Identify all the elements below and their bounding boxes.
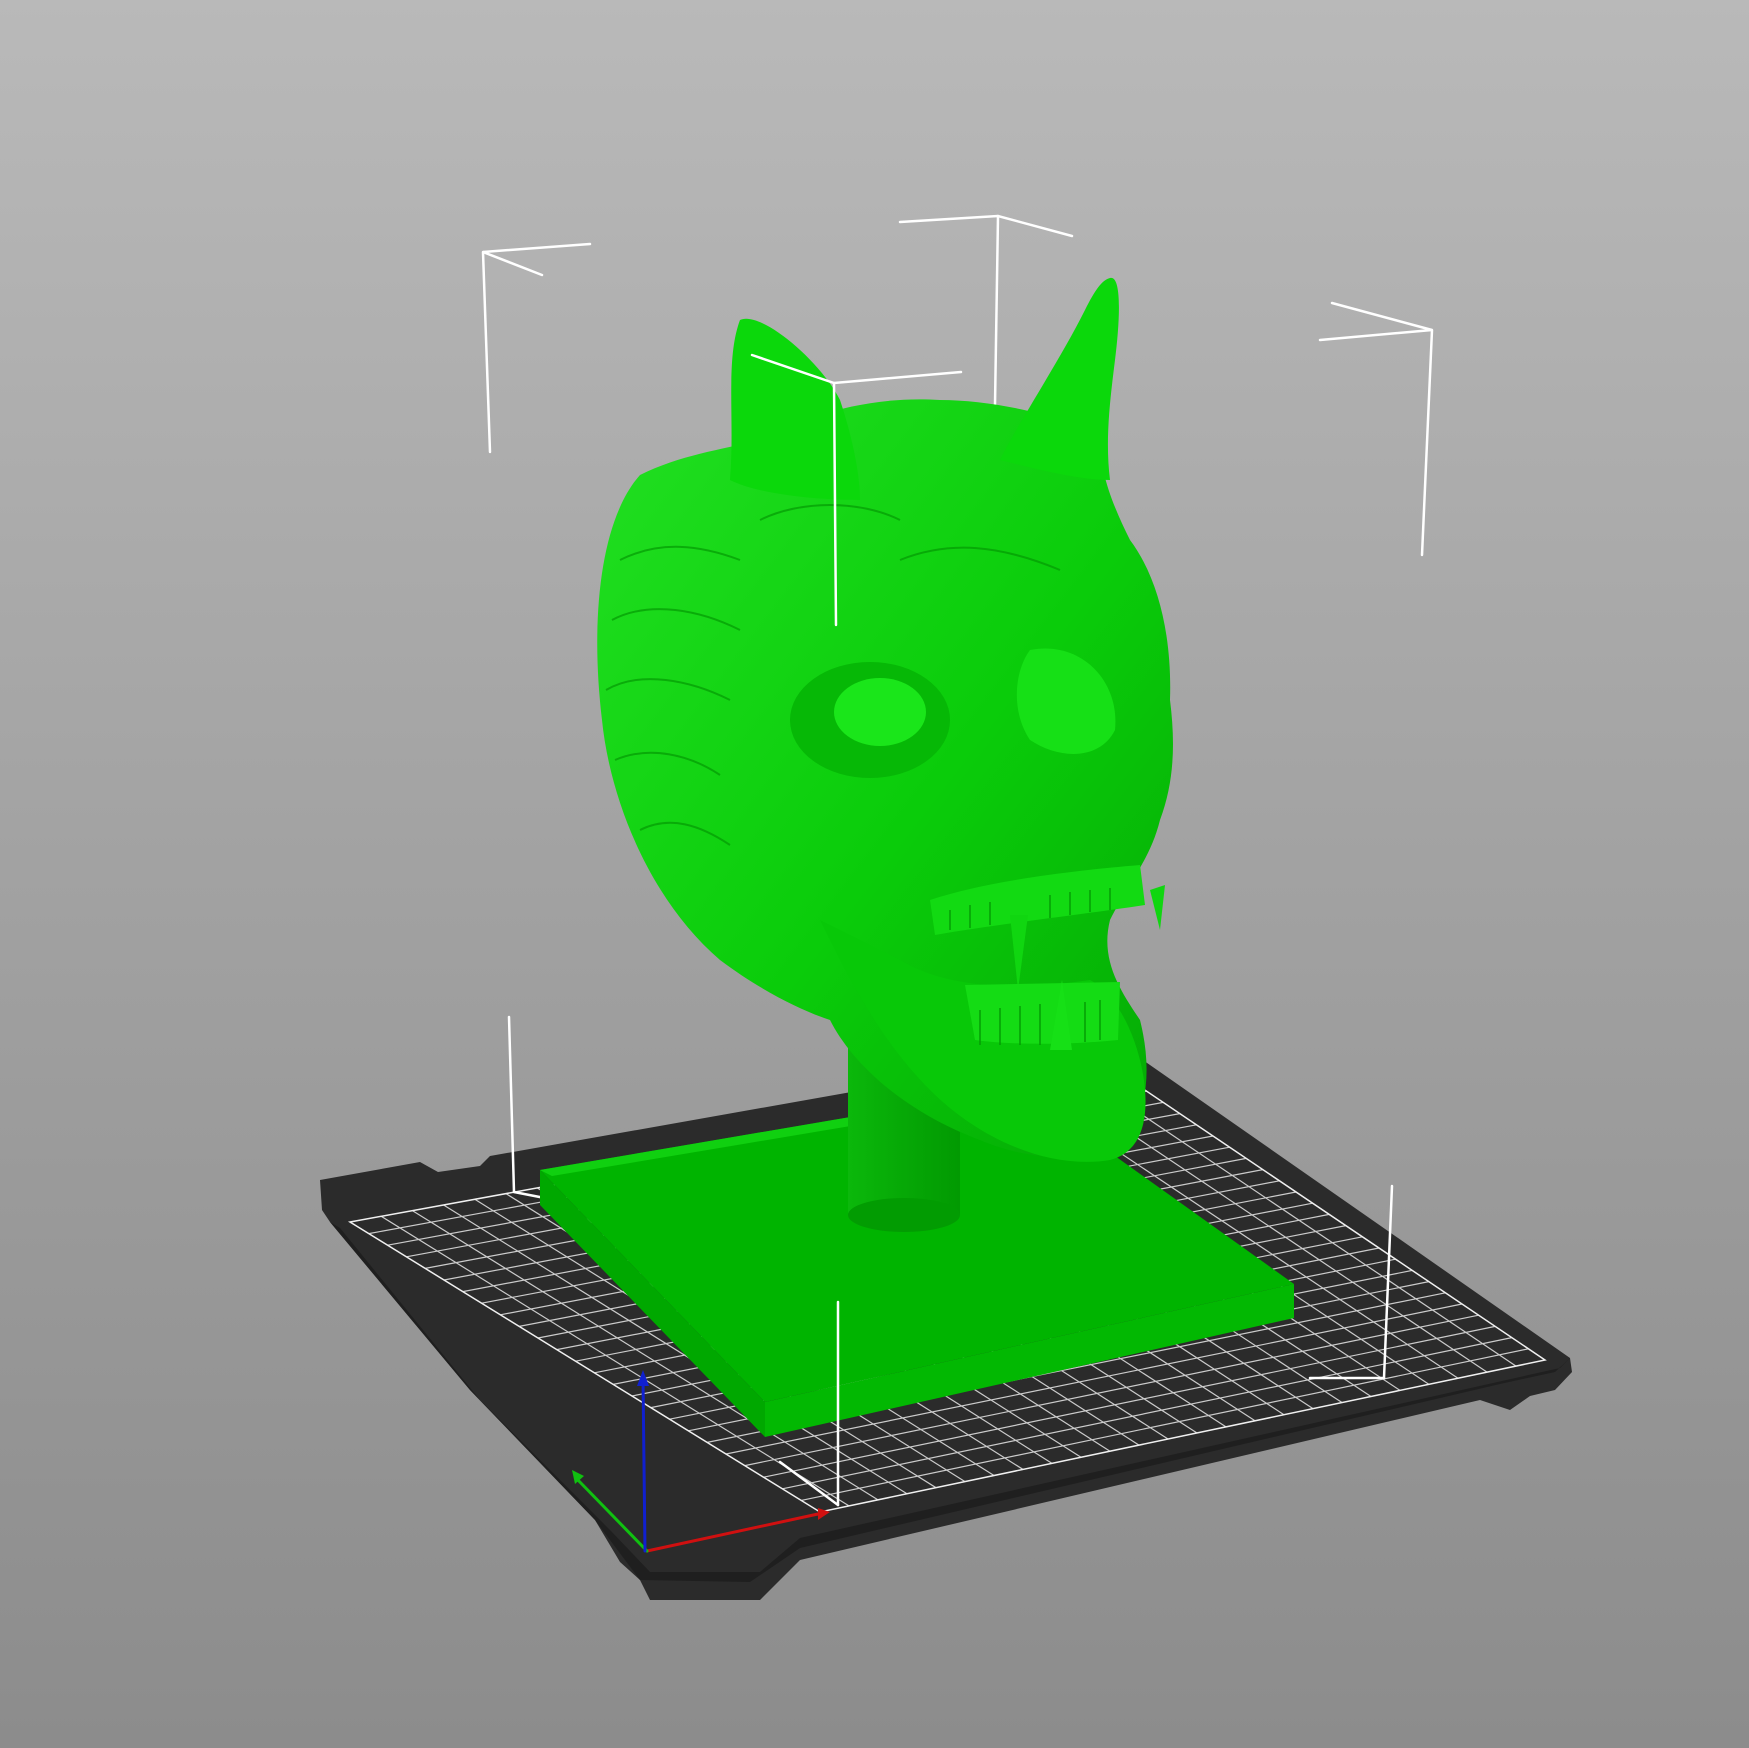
scene-canvas[interactable]: [0, 0, 1749, 1748]
model-skull[interactable]: [597, 277, 1173, 1162]
lower-teeth: [965, 982, 1120, 1044]
right-horn: [1000, 277, 1119, 480]
pillar-bottom: [848, 1198, 960, 1232]
eye-ball: [834, 678, 926, 746]
left-horn: [730, 318, 860, 500]
3d-viewport[interactable]: [0, 0, 1749, 1748]
z-axis: [641, 1376, 647, 1553]
fang-right: [1150, 885, 1165, 930]
